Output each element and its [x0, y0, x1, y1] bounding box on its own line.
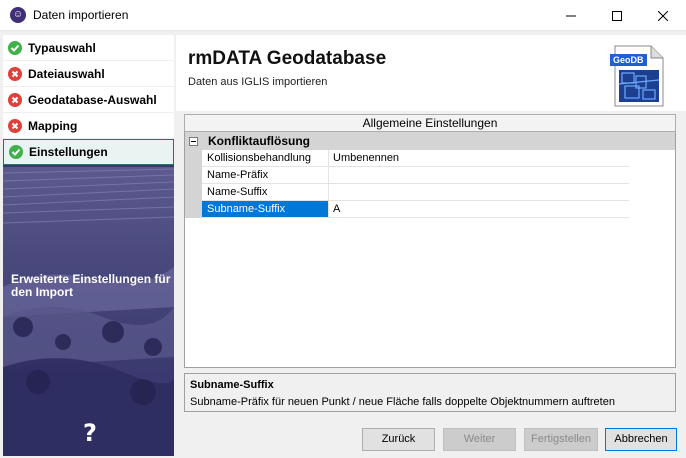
property-name: Kollisionsbehandlung [202, 150, 329, 167]
window-title: Daten importieren [33, 8, 129, 22]
minimize-button[interactable] [548, 0, 594, 31]
step-description: Erweiterte Einstellungen für den Import [11, 272, 171, 299]
step-label: Geodatabase-Auswahl [28, 92, 157, 107]
geodb-logo-label: GeoDB [610, 54, 647, 66]
close-button[interactable] [640, 0, 686, 31]
step-label: Typauswahl [28, 40, 96, 55]
step-label: Einstellungen [29, 145, 108, 159]
property-grid: Konfliktauflösung Kollisionsbehandlung U… [184, 132, 676, 368]
maximize-icon [612, 10, 622, 21]
property-value[interactable]: Umbenennen [329, 150, 629, 167]
property-row[interactable]: Kollisionsbehandlung Umbenennen [185, 150, 675, 167]
cancel-button[interactable]: Abbrechen [605, 428, 677, 451]
help-icon[interactable]: ? [83, 419, 97, 447]
check-icon [9, 145, 23, 159]
step-dateiauswahl[interactable]: Dateiauswahl [3, 61, 174, 87]
step-geodatabase-auswahl[interactable]: Geodatabase-Auswahl [3, 87, 174, 113]
person-icon: ☺ [10, 7, 26, 23]
back-button[interactable]: Zurück [362, 428, 435, 451]
property-row[interactable]: Name-Präfix [185, 167, 675, 184]
check-icon [8, 40, 22, 55]
error-x-icon [8, 66, 22, 81]
property-value[interactable] [329, 184, 629, 201]
maximize-button[interactable] [594, 0, 640, 31]
property-value[interactable] [329, 167, 629, 184]
step-label: Dateiauswahl [28, 66, 105, 81]
page-subtitle: Daten aus IGLIS importieren [188, 76, 328, 88]
property-description-box: Subname-Suffix Subname-Präfix für neuen … [184, 373, 676, 412]
error-x-icon [8, 118, 22, 133]
title-bar: ☺ Daten importieren [0, 0, 686, 31]
category-label: Konfliktauflösung [208, 134, 310, 148]
property-name: Subname-Suffix [202, 201, 329, 218]
description-title: Subname-Suffix [190, 379, 274, 391]
property-value[interactable]: A [329, 201, 629, 218]
error-x-icon [8, 92, 22, 107]
property-name: Name-Präfix [202, 167, 329, 184]
step-mapping[interactable]: Mapping [3, 113, 174, 139]
property-row-selected[interactable]: Subname-Suffix A [185, 201, 675, 218]
minimize-icon [566, 15, 576, 16]
property-name: Name-Suffix [202, 184, 329, 201]
step-typauswahl[interactable]: Typauswahl [3, 35, 174, 61]
step-einstellungen[interactable]: Einstellungen [3, 139, 174, 165]
next-button[interactable]: Weiter [443, 428, 516, 451]
collapse-icon[interactable] [189, 136, 198, 146]
wizard-steps: Typauswahl Dateiauswahl Geodatabase-Ausw… [3, 35, 174, 165]
step-label: Mapping [28, 118, 78, 133]
property-row[interactable]: Name-Suffix [185, 184, 675, 201]
page-header: rmDATA Geodatabase Daten aus IGLIS impor… [176, 35, 686, 111]
landscape-banner-image [3, 167, 174, 456]
finish-button[interactable]: Fertigstellen [524, 428, 598, 451]
tab-allgemeine-einstellungen[interactable]: Allgemeine Einstellungen [184, 114, 676, 132]
close-icon [658, 10, 668, 21]
window-controls [548, 0, 686, 31]
category-row: Konfliktauflösung [185, 132, 675, 150]
page-title: rmDATA Geodatabase [188, 48, 387, 69]
wizard-step-panel: Typauswahl Dateiauswahl Geodatabase-Ausw… [3, 35, 174, 456]
description-text: Subname-Präfix für neuen Punkt / neue Fl… [190, 396, 615, 408]
